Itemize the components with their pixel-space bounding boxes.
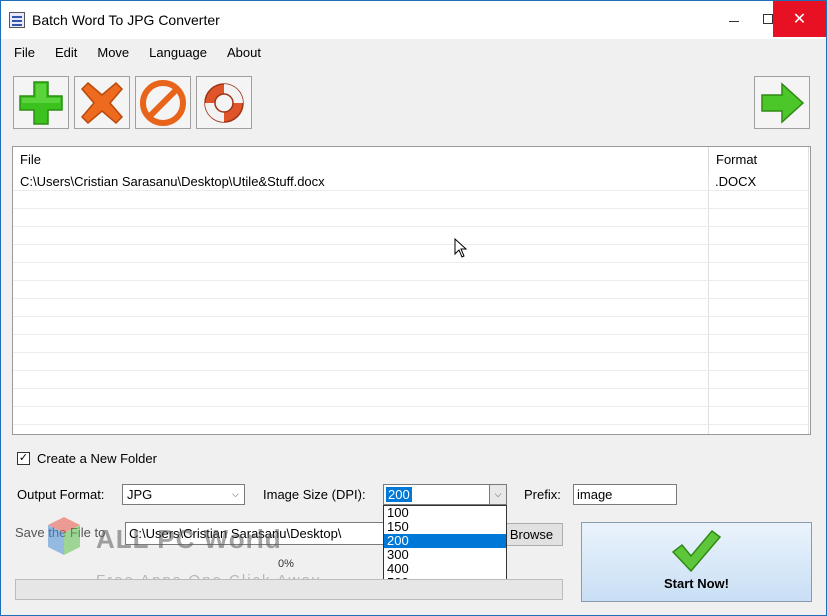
empty-row: [13, 353, 810, 371]
dpi-option[interactable]: 400: [384, 562, 506, 576]
create-folder-label: Create a New Folder: [37, 451, 157, 466]
menu-edit[interactable]: Edit: [55, 45, 77, 60]
create-folder-option[interactable]: ✓ Create a New Folder: [17, 451, 157, 466]
menu-about[interactable]: About: [227, 45, 261, 60]
dpi-option-selected[interactable]: 200: [384, 534, 506, 548]
empty-row: [13, 281, 810, 299]
menu-move[interactable]: Move: [97, 45, 129, 60]
minimize-button[interactable]: [717, 1, 750, 37]
start-now-button[interactable]: Start Now!: [581, 522, 812, 602]
empty-row: [13, 389, 810, 407]
file-format-cell: .DOCX: [715, 174, 757, 189]
empty-row: [13, 263, 810, 281]
checkmark-icon: [671, 529, 722, 573]
help-icon: [204, 82, 244, 123]
output-format-select[interactable]: JPG ⌵: [122, 484, 245, 505]
prefix-label: Prefix:: [524, 487, 561, 502]
empty-row: [13, 371, 810, 389]
image-size-value: 200: [386, 487, 412, 502]
maximize-icon: [762, 14, 773, 24]
minimize-icon: [728, 20, 739, 22]
watermark-cube-icon: [48, 517, 80, 555]
file-list[interactable]: File Format C:\Users\Cristian Sarasanu\D…: [12, 146, 811, 435]
create-folder-checkbox[interactable]: ✓: [17, 452, 30, 465]
empty-row: [13, 407, 810, 425]
delete-file-button[interactable]: [74, 76, 130, 129]
menu-language[interactable]: Language: [149, 45, 207, 60]
add-icon: [19, 80, 63, 125]
empty-row: [13, 227, 810, 245]
output-format-label: Output Format:: [17, 487, 105, 502]
empty-row: [13, 245, 810, 263]
file-path-cell: C:\Users\Cristian Sarasanu\Desktop\Utile…: [20, 174, 325, 189]
dpi-option[interactable]: 300: [384, 548, 506, 562]
chevron-down-icon: ⌵: [232, 489, 239, 499]
output-format-value: JPG: [127, 487, 153, 502]
column-header-file[interactable]: File: [13, 147, 708, 173]
app-icon: [9, 12, 25, 28]
progress-bar: [15, 579, 563, 600]
menu-bar: File Edit Move Language About: [1, 39, 826, 66]
dpi-option[interactable]: 150: [384, 520, 506, 534]
delete-icon: [80, 81, 124, 124]
empty-row: [13, 299, 810, 317]
column-header-format[interactable]: Format: [708, 147, 810, 173]
empty-row: [13, 209, 810, 227]
empty-row: [13, 317, 810, 335]
chevron-down-icon[interactable]: ⌵: [489, 485, 506, 504]
image-size-label: Image Size (DPI):: [263, 487, 366, 502]
image-size-select[interactable]: 200 ⌵: [383, 484, 507, 505]
prefix-input[interactable]: image: [573, 484, 677, 505]
watermark-title: ALL PC World: [96, 524, 282, 554]
clear-list-button[interactable]: [135, 76, 191, 129]
close-button[interactable]: ✕: [773, 1, 826, 37]
menu-file[interactable]: File: [14, 45, 35, 60]
mouse-cursor-icon: [454, 238, 468, 258]
empty-row: [13, 191, 810, 209]
progress-percent: 0%: [278, 558, 294, 570]
start-now-label: Start Now!: [664, 576, 729, 591]
browse-button[interactable]: Browse: [500, 523, 563, 546]
close-icon: ✕: [792, 11, 807, 28]
clear-icon: [140, 79, 186, 126]
window-title: Batch Word To JPG Converter: [32, 12, 220, 28]
help-button[interactable]: [196, 76, 252, 129]
next-arrow-icon: [761, 81, 805, 124]
prefix-value: image: [577, 487, 613, 502]
empty-row: [13, 335, 810, 353]
add-files-button[interactable]: [13, 76, 69, 129]
dpi-option[interactable]: 100: [384, 506, 506, 520]
app-window: Batch Word To JPG Converter ✕ File Edit …: [0, 0, 827, 616]
title-bar[interactable]: Batch Word To JPG Converter ✕: [1, 1, 826, 39]
table-row[interactable]: C:\Users\Cristian Sarasanu\Desktop\Utile…: [13, 173, 810, 191]
next-button[interactable]: [754, 76, 810, 129]
